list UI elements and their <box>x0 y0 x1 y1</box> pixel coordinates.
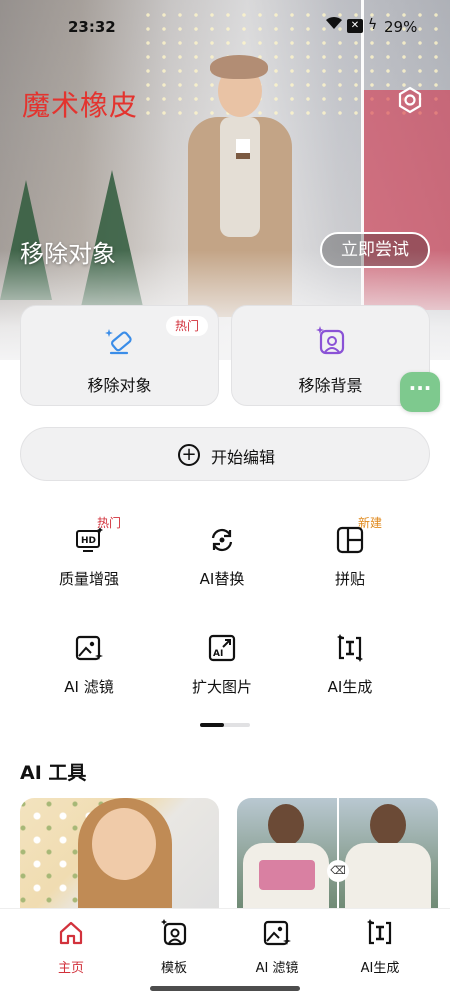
page-indicator <box>200 723 250 727</box>
brand-title: 魔术橡皮 <box>22 89 139 122</box>
remove-object-card[interactable]: 热门 移除对象 <box>20 305 219 406</box>
nav-home-label: 主页 <box>57 961 84 976</box>
generate-icon <box>366 919 394 947</box>
portrait-sparkle-icon <box>314 324 348 358</box>
expand-icon: AI <box>208 634 236 662</box>
battery-level: 29% <box>384 18 418 36</box>
remove-object-label: 移除对象 <box>87 376 152 395</box>
ai-filter-tool[interactable]: AI 滤镜 <box>29 634 149 704</box>
nav-ai-filter-label: AI 滤镜 <box>255 961 299 976</box>
charging-icon: ϟ <box>368 17 378 33</box>
home-indicator[interactable] <box>150 986 300 991</box>
plus-circle-icon: + <box>178 444 200 466</box>
hero-title: 移除对象 <box>20 240 116 268</box>
try-now-button[interactable]: 立即尝试 <box>320 232 430 268</box>
eraser-sparkle-icon <box>103 324 137 358</box>
more-options-button[interactable]: ··· <box>400 372 440 412</box>
hot-badge: 热门 <box>165 316 208 336</box>
ai-tools-heading: AI 工具 <box>20 762 87 784</box>
ai-filter-label: AI 滤镜 <box>64 678 114 696</box>
more-dots-icon: ··· <box>408 376 432 400</box>
portrait-tool-thumbnail[interactable] <box>20 798 219 910</box>
start-edit-button[interactable]: + 开始编辑 <box>20 427 430 481</box>
nav-ai-generate-label: AI生成 <box>360 961 400 976</box>
filter-icon <box>75 634 103 662</box>
nav-home[interactable]: 主页 <box>15 919 127 976</box>
wifi-icon <box>325 16 343 34</box>
svg-text:HD: HD <box>81 536 96 546</box>
template-icon <box>160 919 188 947</box>
start-edit-label: 开始编辑 <box>211 448 276 467</box>
replace-icon <box>208 526 236 554</box>
nav-ai-generate[interactable]: AI生成 <box>324 919 436 976</box>
enhance-quality-tool[interactable]: 热门 HD 质量增强 <box>29 516 149 596</box>
collage-icon <box>336 526 364 554</box>
home-icon <box>57 919 85 947</box>
status-bar: 23:32 ✕ ϟ 29% <box>0 0 450 36</box>
collage-tool[interactable]: 新建 拼贴 <box>290 516 410 596</box>
eraser-icon: ⌫ <box>327 860 349 882</box>
app-screen: 23:32 ✕ ϟ 29% 魔术橡皮 移除对象 立即尝试 热门 移除对象 移除背… <box>0 0 450 1000</box>
shirt-print-image <box>259 860 315 890</box>
ai-replace-tool[interactable]: AI替换 <box>162 526 282 596</box>
expand-image-tool[interactable]: AI 扩大图片 <box>162 634 282 704</box>
collage-label: 拼贴 <box>334 570 365 588</box>
ai-replace-label: AI替换 <box>199 570 245 588</box>
ai-generate-tool[interactable]: AI生成 <box>290 634 410 704</box>
settings-gear-icon[interactable] <box>394 84 426 116</box>
nav-templates[interactable]: 模板 <box>118 919 230 976</box>
ai-generate-label: AI生成 <box>327 678 373 696</box>
status-time: 23:32 <box>68 18 116 36</box>
svg-text:AI: AI <box>213 649 223 659</box>
nav-templates-label: 模板 <box>160 961 187 976</box>
tshirt-erase-thumbnail[interactable]: ⌫ <box>237 798 438 910</box>
generate-icon <box>336 634 364 662</box>
nav-ai-filter[interactable]: AI 滤镜 <box>221 919 333 976</box>
enhance-quality-label: 质量增强 <box>58 570 119 588</box>
expand-image-label: 扩大图片 <box>191 678 252 696</box>
hd-icon: HD <box>75 526 103 554</box>
filter-icon <box>263 919 291 947</box>
notification-off-icon: ✕ <box>347 19 363 33</box>
